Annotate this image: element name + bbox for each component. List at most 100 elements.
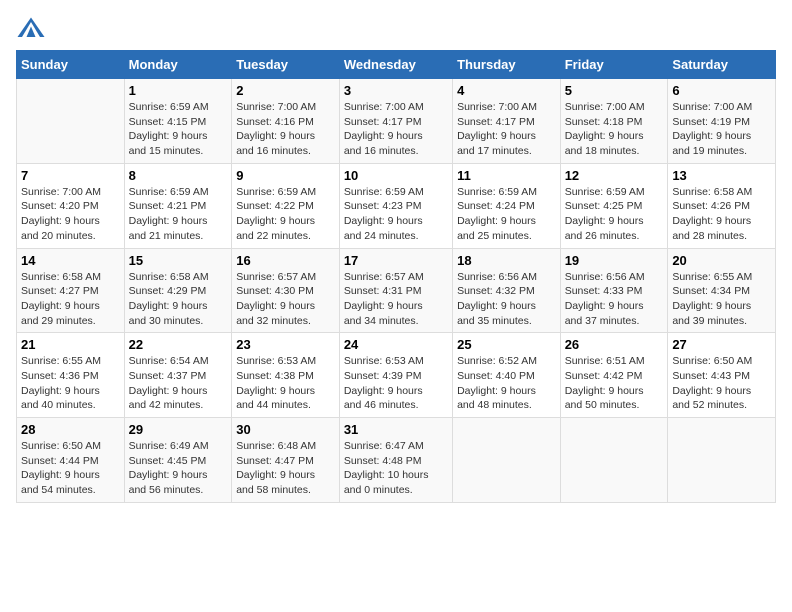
day-info-line: and 22 minutes. [236,230,311,242]
day-info-line: Sunset: 4:32 PM [457,285,535,297]
day-info-line: and 50 minutes. [565,399,640,411]
day-info-line: and 16 minutes. [236,145,311,157]
day-number: 13 [672,168,771,183]
day-number: 1 [129,83,228,98]
day-info-line: Sunrise: 6:57 AM [344,271,424,283]
day-info-line: Daylight: 9 hours [672,385,751,397]
day-info-line: Sunrise: 6:50 AM [21,440,101,452]
day-info-line: Sunset: 4:31 PM [344,285,422,297]
day-info-line: Daylight: 9 hours [129,130,208,142]
calendar-cell: 5Sunrise: 7:00 AMSunset: 4:18 PMDaylight… [560,79,668,164]
calendar-cell [17,79,125,164]
day-info-line: and 29 minutes. [21,315,96,327]
calendar-header-row: SundayMondayTuesdayWednesdayThursdayFrid… [17,51,776,79]
day-info: Sunrise: 6:53 AMSunset: 4:38 PMDaylight:… [236,354,335,413]
day-number: 5 [565,83,664,98]
day-info: Sunrise: 6:53 AMSunset: 4:39 PMDaylight:… [344,354,448,413]
day-number: 8 [129,168,228,183]
calendar-cell: 9 Sunrise: 6:59 AMSunset: 4:22 PMDaylight… [232,163,340,248]
day-info-line: and 39 minutes. [672,315,747,327]
day-number: 29 [129,422,228,437]
day-info-line: Sunset: 4:23 PM [344,200,422,212]
day-info-line: Sunset: 4:34 PM [672,285,750,297]
day-info-line: Daylight: 9 hours [344,300,423,312]
day-info-line: Sunrise: 7:00 AM [457,101,537,113]
day-info-line: Sunrise: 6:59 AM [565,186,645,198]
day-number: 21 [21,337,120,352]
day-info-line: and 24 minutes. [344,230,419,242]
day-info-line: and 15 minutes. [129,145,204,157]
calendar-cell: 23 Sunrise: 6:53 AMSunset: 4:38 PMDayligh… [232,333,340,418]
day-info-line: and 56 minutes. [129,484,204,496]
day-info: Sunrise: 6:57 AM Sunset: 4:31 PM Daylight:… [344,270,448,329]
day-number: 30 [236,422,335,437]
day-number: 9 [236,168,335,183]
day-info-line: Sunrise: 6:50 AM [672,355,752,367]
day-info-line: and 44 minutes. [236,399,311,411]
day-info-line: Sunset: 4:48 PM [344,455,422,467]
calendar-cell: 28Sunrise: 6:50 AMSunset: 4:44 PMDayligh… [17,418,125,503]
day-info-line: Sunset: 4:16 PM [236,116,314,128]
day-info-line: Sunrise: 6:57 AM [236,271,316,283]
day-info-line: Daylight: 9 hours [457,385,536,397]
day-info-line: and 37 minutes. [565,315,640,327]
day-info-line: Daylight: 9 hours [21,469,100,481]
day-info-line: Sunset: 4:17 PM [344,116,422,128]
day-number: 10 [344,168,448,183]
day-info-line: Daylight: 9 hours [565,215,644,227]
calendar-cell: 30Sunrise: 6:48 AMSunset: 4:47 PMDayligh… [232,418,340,503]
day-info-line: and 35 minutes. [457,315,532,327]
day-info-line: and 0 minutes. [344,484,413,496]
day-number: 18 [457,253,556,268]
day-info-line: Daylight: 10 hours [344,469,429,481]
calendar-cell: 2 Sunrise: 7:00 AMSunset: 4:16 PMDaylight… [232,79,340,164]
day-info-line: Sunrise: 6:52 AM [457,355,537,367]
day-info-line: and 52 minutes. [672,399,747,411]
day-info-line: Sunset: 4:42 PM [565,370,643,382]
day-number: 31 [344,422,448,437]
day-info: Sunrise: 6:59 AMSunset: 4:24 PMDaylight:… [457,185,556,244]
day-number: 2 [236,83,335,98]
day-info: Sunrise: 6:51 AMSunset: 4:42 PMDaylight:… [565,354,664,413]
day-info-line: Daylight: 9 hours [236,130,315,142]
day-info: Sunrise: 6:58 AMSunset: 4:26 PMDaylight:… [672,185,771,244]
day-info-line: and 18 minutes. [565,145,640,157]
day-info-line: Daylight: 9 hours [565,130,644,142]
day-info-line: and 40 minutes. [21,399,96,411]
page-header [16,16,776,40]
day-info: Sunrise: 6:59 AMSunset: 4:22 PMDaylight:… [236,185,335,244]
calendar-week-2: 7Sunrise: 7:00 AMSunset: 4:20 PMDaylight… [17,163,776,248]
day-info-line: and 48 minutes. [457,399,532,411]
calendar-cell: 14Sunrise: 6:58 AMSunset: 4:27 PMDayligh… [17,248,125,333]
day-info-line: Daylight: 9 hours [236,300,315,312]
day-info-line: and 26 minutes. [565,230,640,242]
day-info-line: Sunset: 4:45 PM [129,455,207,467]
day-info-line: Sunrise: 6:49 AM [129,440,209,452]
day-info-line: Sunset: 4:43 PM [672,370,750,382]
calendar-week-1: 1Sunrise: 6:59 AMSunset: 4:15 PMDaylight… [17,79,776,164]
day-info-line: Daylight: 9 hours [129,300,208,312]
day-info-line: and 54 minutes. [21,484,96,496]
calendar-cell: 22Sunrise: 6:54 AMSunset: 4:37 PMDayligh… [124,333,232,418]
day-info-line: Sunrise: 7:00 AM [21,186,101,198]
day-info-line: Sunrise: 7:00 AM [672,101,752,113]
calendar-cell: 20Sunrise: 6:55 AMSunset: 4:34 PMDayligh… [668,248,776,333]
day-number: 12 [565,168,664,183]
day-info: Sunrise: 6:54 AMSunset: 4:37 PMDaylight:… [129,354,228,413]
day-info-line: and 21 minutes. [129,230,204,242]
day-info: Sunrise: 6:55 AMSunset: 4:34 PMDaylight:… [672,270,771,329]
calendar-cell: 12Sunrise: 6:59 AMSunset: 4:25 PMDayligh… [560,163,668,248]
day-number: 14 [21,253,120,268]
calendar-cell: 15Sunrise: 6:58 AMSunset: 4:29 PMDayligh… [124,248,232,333]
day-info-line: Sunrise: 6:55 AM [672,271,752,283]
day-info-line: Sunset: 4:18 PM [565,116,643,128]
day-info-line: Sunrise: 6:55 AM [21,355,101,367]
day-info-line: Daylight: 9 hours [565,300,644,312]
day-info-line: and 58 minutes. [236,484,311,496]
day-number: 23 [236,337,335,352]
day-info: Sunrise: 7:00 AMSunset: 4:16 PMDaylight:… [236,100,335,159]
calendar-cell [560,418,668,503]
calendar-cell: 10Sunrise: 6:59 AMSunset: 4:23 PMDayligh… [339,163,452,248]
day-info-line: and 25 minutes. [457,230,532,242]
day-info: Sunrise: 7:00 AMSunset: 4:20 PMDaylight:… [21,185,120,244]
